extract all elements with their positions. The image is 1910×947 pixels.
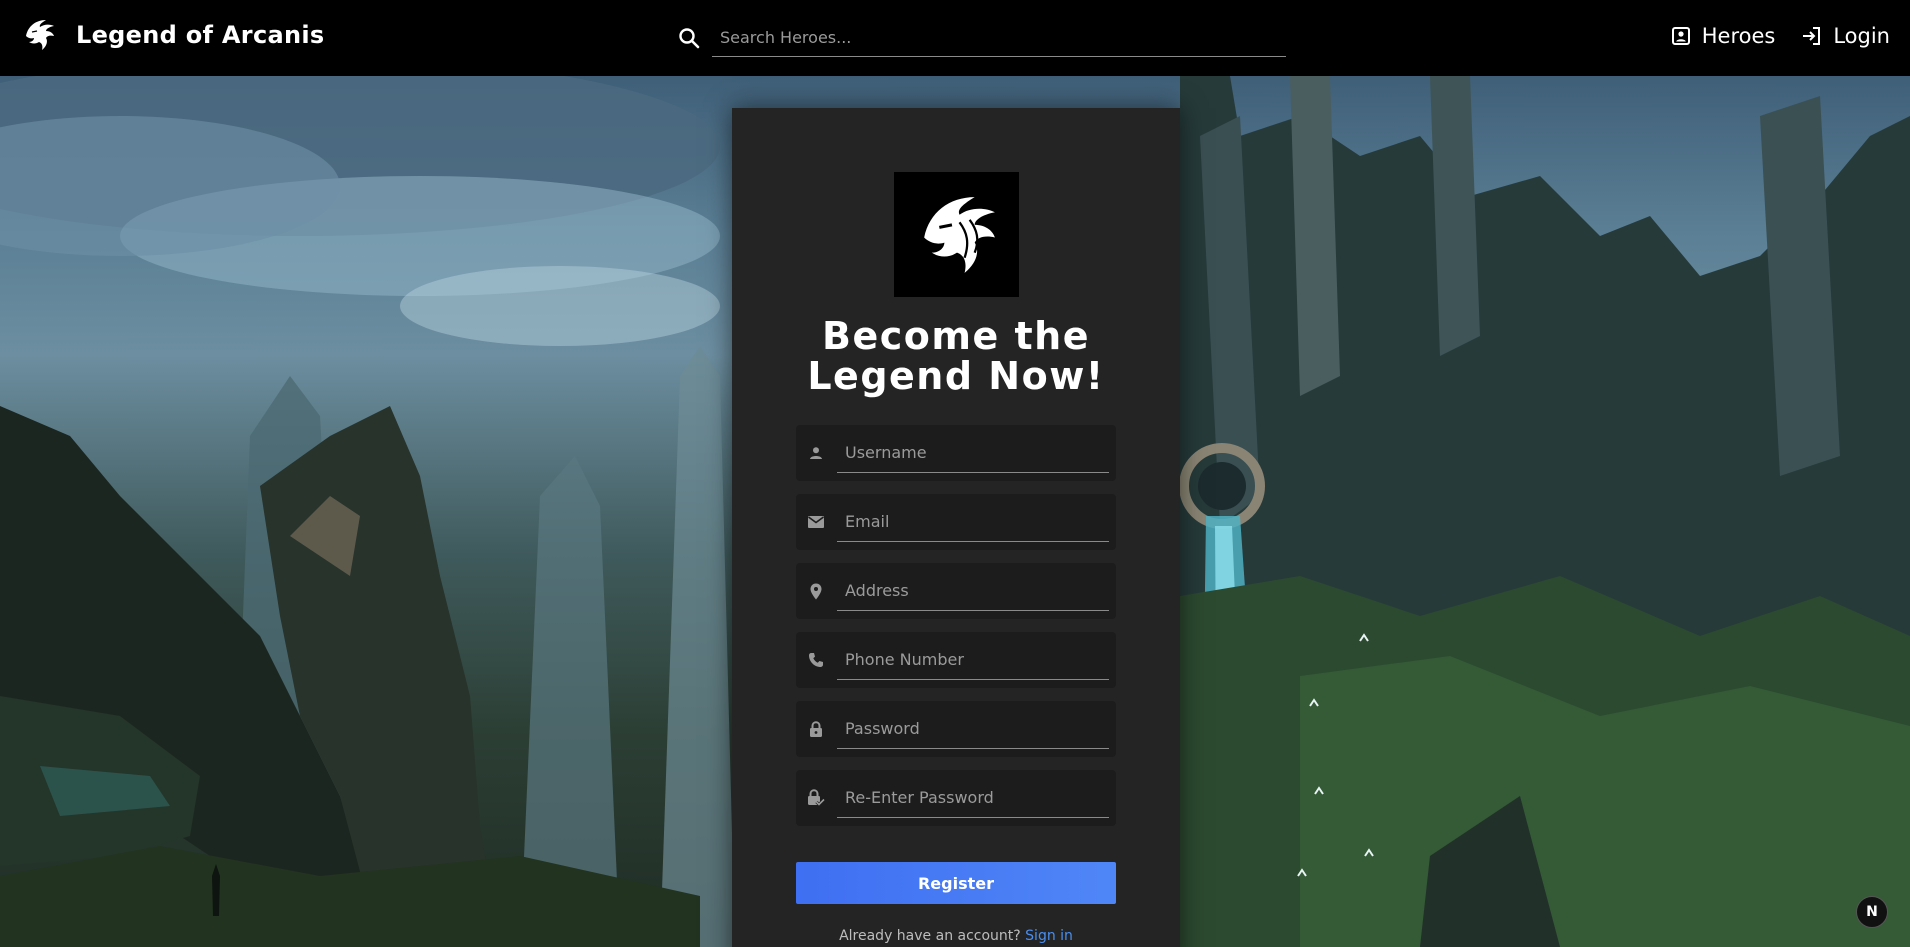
dragon-head-icon — [894, 172, 1019, 297]
signin-link[interactable]: Sign in — [1025, 928, 1073, 944]
nav-heroes-label: Heroes — [1701, 24, 1776, 48]
signin-prompt: Already have an account? Sign in — [732, 928, 1180, 944]
search-bar — [676, 18, 1286, 58]
lock-icon — [796, 701, 836, 757]
nav-login-link[interactable]: Login — [1801, 24, 1890, 48]
address-input[interactable] — [837, 571, 1109, 611]
username-input[interactable] — [837, 433, 1109, 473]
nav-heroes-link[interactable]: Heroes — [1670, 24, 1776, 48]
heading-line-1: Become the — [822, 314, 1090, 358]
app-title: Legend of Arcanis — [76, 21, 325, 49]
app-bar: Legend of Arcanis Heroes Login — [0, 0, 1910, 76]
register-button[interactable]: Register — [796, 862, 1116, 904]
search-input[interactable] — [712, 19, 1286, 57]
person-icon — [796, 425, 836, 481]
phone-icon — [796, 632, 836, 688]
phone-input[interactable] — [837, 640, 1109, 680]
dev-tools-badge[interactable]: N — [1856, 896, 1888, 928]
signin-prompt-text: Already have an account? — [839, 928, 1021, 944]
email-field — [796, 494, 1116, 550]
login-arrow-icon — [1801, 25, 1823, 47]
heading-line-2: Legend Now! — [807, 354, 1105, 398]
brand-home-link[interactable]: Legend of Arcanis — [22, 15, 324, 55]
badge-label: N — [1866, 904, 1878, 920]
password-field — [796, 701, 1116, 757]
location-pin-icon — [796, 563, 836, 619]
address-field — [796, 563, 1116, 619]
nav-login-label: Login — [1833, 24, 1890, 48]
register-heading: Become the Legend Now! — [732, 316, 1180, 396]
envelope-icon — [796, 494, 836, 550]
confirm-password-input[interactable] — [837, 778, 1109, 818]
lock-check-icon — [796, 770, 836, 826]
confirm-password-field — [796, 770, 1116, 826]
username-field — [796, 425, 1116, 481]
top-nav: Heroes Login — [1670, 20, 1890, 52]
phone-field — [796, 632, 1116, 688]
dragon-head-icon — [22, 15, 56, 55]
person-box-icon — [1670, 25, 1692, 47]
registration-card: Become the Legend Now! Username Email Ad… — [732, 108, 1180, 947]
password-input[interactable] — [837, 709, 1109, 749]
search-icon[interactable] — [676, 25, 702, 51]
email-input[interactable] — [837, 502, 1109, 542]
